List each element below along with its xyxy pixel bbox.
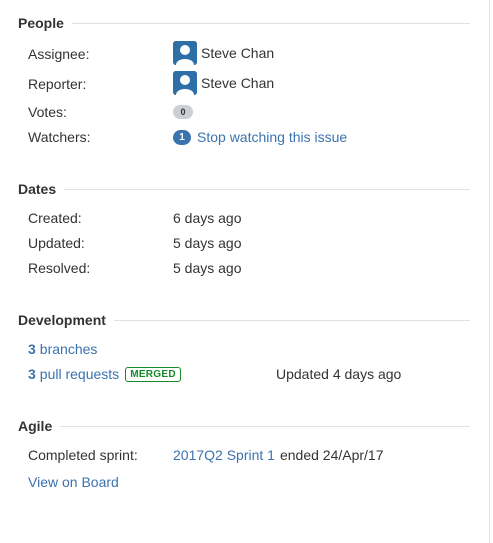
completed-sprint-value: 2017Q2 Sprint 1 ended 24/Apr/17 [173,444,384,466]
created-value: 6 days ago [173,210,242,226]
resolved-value: 5 days ago [173,260,242,276]
assignee-name[interactable]: Steve Chan [201,42,274,64]
votes-count-badge[interactable]: 0 [173,105,193,119]
resolved-label: Resolved: [28,260,91,276]
development-header[interactable]: Development [18,311,470,329]
section-divider [64,188,470,190]
branches-link[interactable]: 3 branches [28,338,97,360]
sprint-end-text: ended 24/Apr/17 [279,447,384,463]
dates-section: Dates [18,180,470,198]
assignee-value[interactable]: Steve Chan [173,41,274,65]
panel-divider [489,0,490,543]
pull-requests-updated: Updated 4 days ago [276,366,402,382]
votes-label: Votes: [28,104,67,120]
reporter-value[interactable]: Steve Chan [173,71,274,95]
pull-requests-link[interactable]: 3 pull requests MERGED [28,363,181,385]
reporter-label: Reporter: [28,76,87,92]
updated-label: Updated: [28,235,85,251]
issue-details-panel: People Assignee: Steve Chan Reporter: St… [0,0,493,543]
section-divider [113,319,470,321]
dates-header[interactable]: Dates [18,180,470,198]
people-title: People [18,15,64,31]
pull-requests-label[interactable]: pull requests [40,363,119,385]
agile-section: Agile [18,417,470,435]
section-divider [71,22,470,24]
development-title: Development [18,312,106,328]
agile-header[interactable]: Agile [18,417,470,435]
development-section: Development [18,311,470,329]
created-label: Created: [28,210,82,226]
section-divider [60,425,470,427]
dates-title: Dates [18,181,57,197]
people-section: People [18,14,470,32]
user-avatar-icon [173,71,197,95]
sprint-link[interactable]: 2017Q2 Sprint 1 [173,444,275,466]
watchers-label: Watchers: [28,129,91,145]
merged-status-badge: MERGED [125,366,181,382]
pull-requests-count[interactable]: 3 [28,363,36,385]
agile-title: Agile [18,418,53,434]
branches-label[interactable]: branches [40,338,98,360]
completed-sprint-label: Completed sprint: [28,447,138,463]
watchers-count-badge[interactable]: 1 [173,129,191,145]
assignee-label: Assignee: [28,46,90,62]
user-avatar-icon [173,41,197,65]
watchers-value[interactable]: 1 Stop watching this issue [173,126,347,148]
branches-count[interactable]: 3 [28,338,36,360]
people-header[interactable]: People [18,14,470,32]
stop-watching-link[interactable]: Stop watching this issue [197,126,347,148]
reporter-name[interactable]: Steve Chan [201,72,274,94]
votes-value[interactable]: 0 [173,101,193,123]
updated-value: 5 days ago [173,235,242,251]
view-on-board-link[interactable]: View on Board [28,471,119,493]
